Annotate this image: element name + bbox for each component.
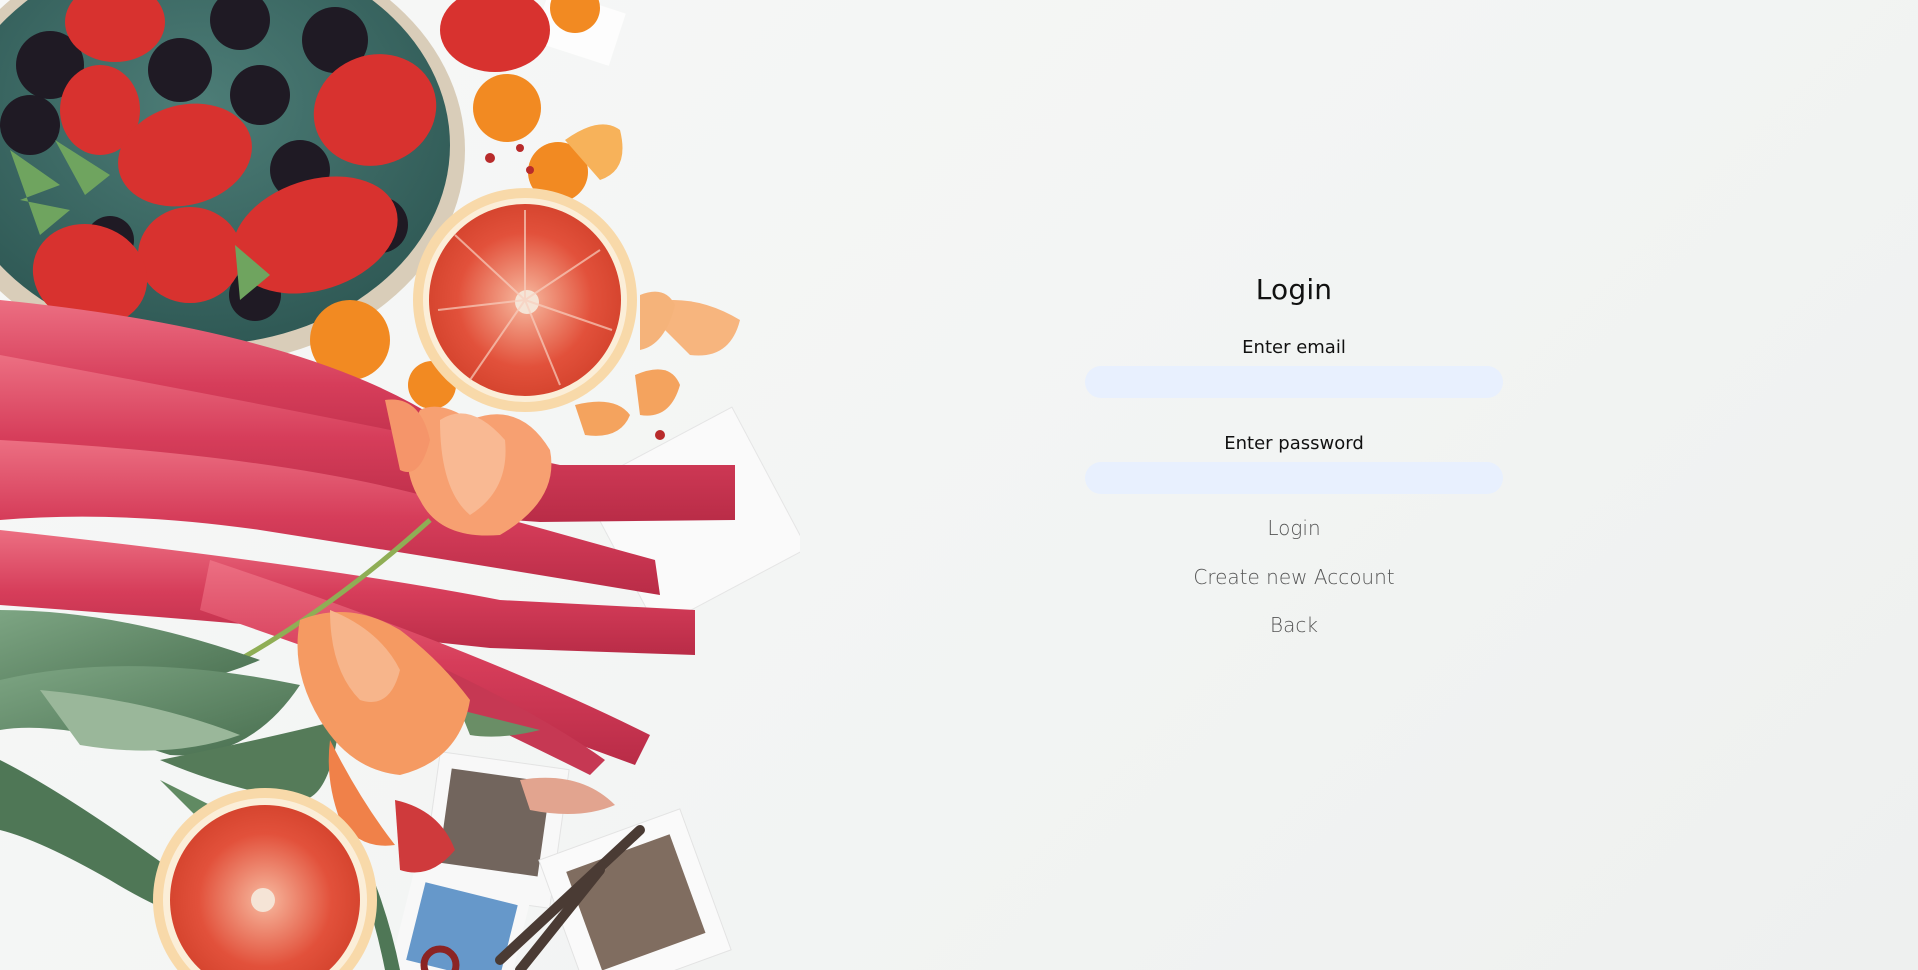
blood-orange-slice [413,188,637,412]
login-page: Login Enter email Enter password Login C… [0,0,1918,970]
login-button[interactable]: Login [1261,514,1326,542]
email-label: Enter email [1242,337,1346,358]
login-form: Login Enter email Enter password Login C… [1085,272,1503,638]
back-link[interactable]: Back [1085,612,1503,638]
email-input[interactable] [1085,366,1503,398]
password-label: Enter password [1224,433,1364,454]
password-input[interactable] [1085,462,1503,494]
create-account-link[interactable]: Create new Account [1085,564,1503,590]
hero-food-photo [0,0,800,970]
login-title: Login [1255,273,1333,306]
